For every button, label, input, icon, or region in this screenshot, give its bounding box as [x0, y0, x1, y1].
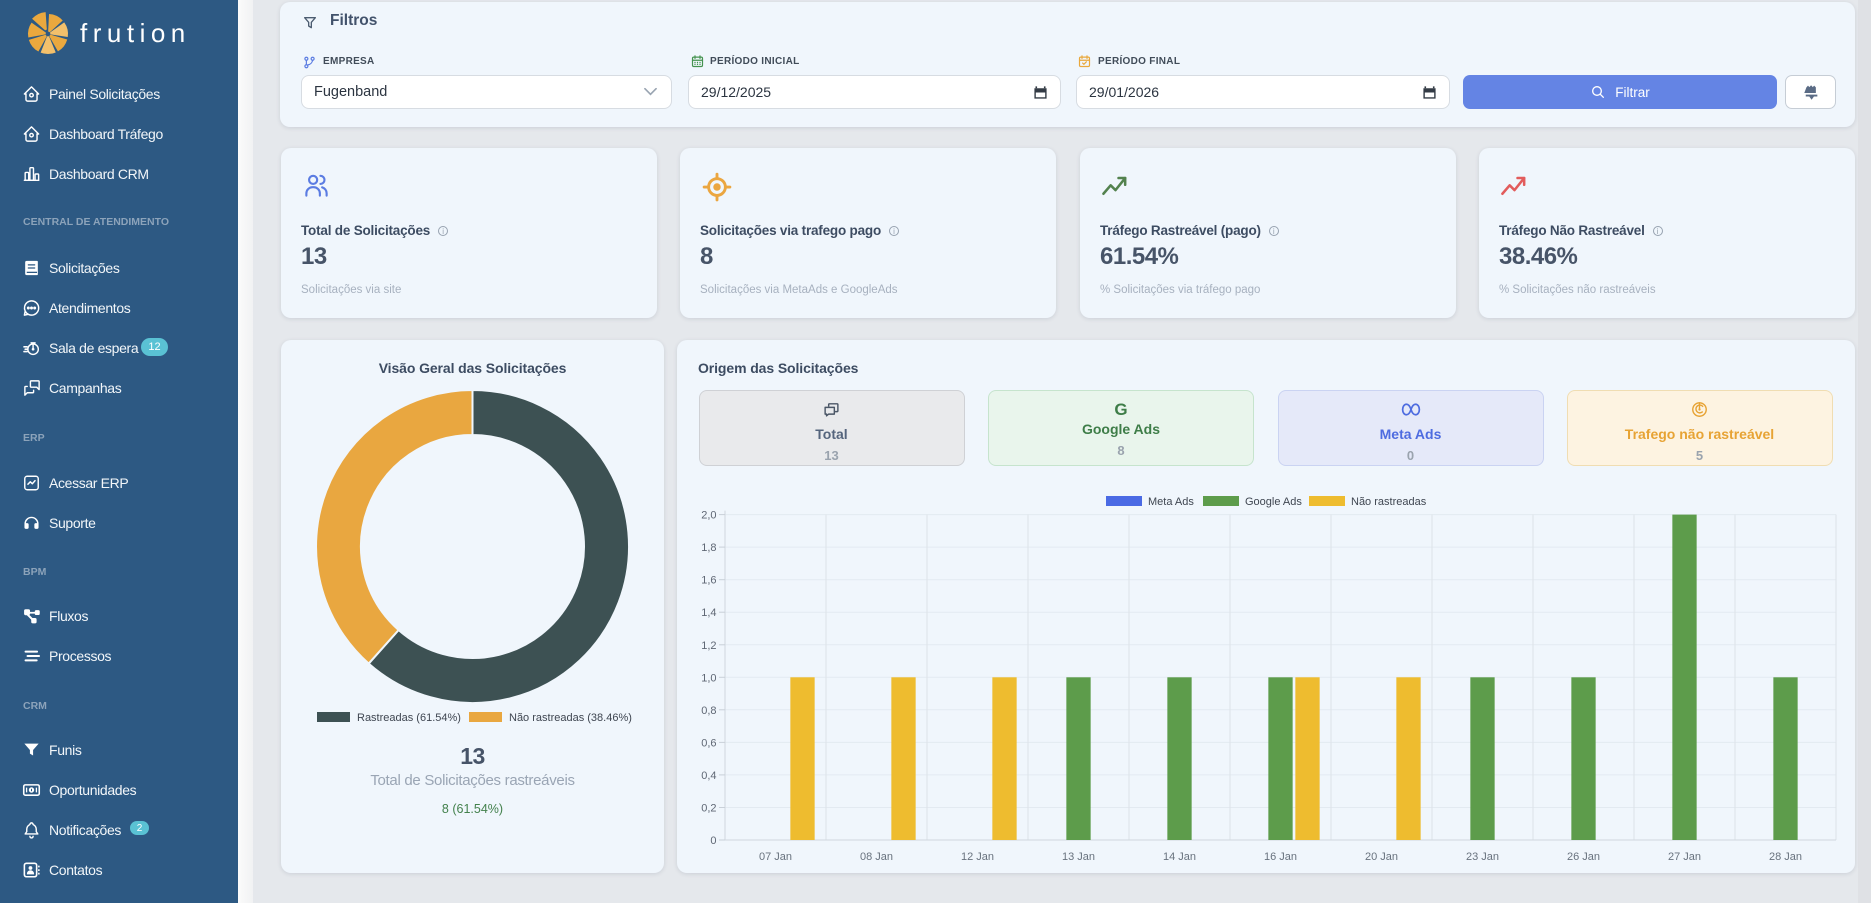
svg-text:0,4: 0,4 [701, 770, 716, 782]
svg-text:2,0: 2,0 [701, 510, 716, 522]
svg-text:1,2: 1,2 [701, 640, 716, 652]
svg-text:20 Jan: 20 Jan [1365, 851, 1398, 863]
svg-text:1,4: 1,4 [701, 607, 716, 619]
svg-text:14 Jan: 14 Jan [1163, 851, 1196, 863]
svg-text:16 Jan: 16 Jan [1264, 851, 1297, 863]
svg-text:1,0: 1,0 [701, 672, 716, 684]
svg-text:27 Jan: 27 Jan [1668, 851, 1701, 863]
svg-text:23 Jan: 23 Jan [1466, 851, 1499, 863]
svg-text:0,8: 0,8 [701, 705, 716, 717]
svg-text:28 Jan: 28 Jan [1769, 851, 1802, 863]
svg-text:13 Jan: 13 Jan [1062, 851, 1095, 863]
svg-text:08 Jan: 08 Jan [860, 851, 893, 863]
svg-text:0,6: 0,6 [701, 737, 716, 749]
svg-text:0,2: 0,2 [701, 803, 716, 815]
svg-text:12 Jan: 12 Jan [961, 851, 994, 863]
svg-text:07 Jan: 07 Jan [759, 851, 792, 863]
svg-text:0: 0 [710, 835, 716, 847]
svg-text:1,6: 1,6 [701, 575, 716, 587]
svg-text:26 Jan: 26 Jan [1567, 851, 1600, 863]
svg-text:1,8: 1,8 [701, 542, 716, 554]
